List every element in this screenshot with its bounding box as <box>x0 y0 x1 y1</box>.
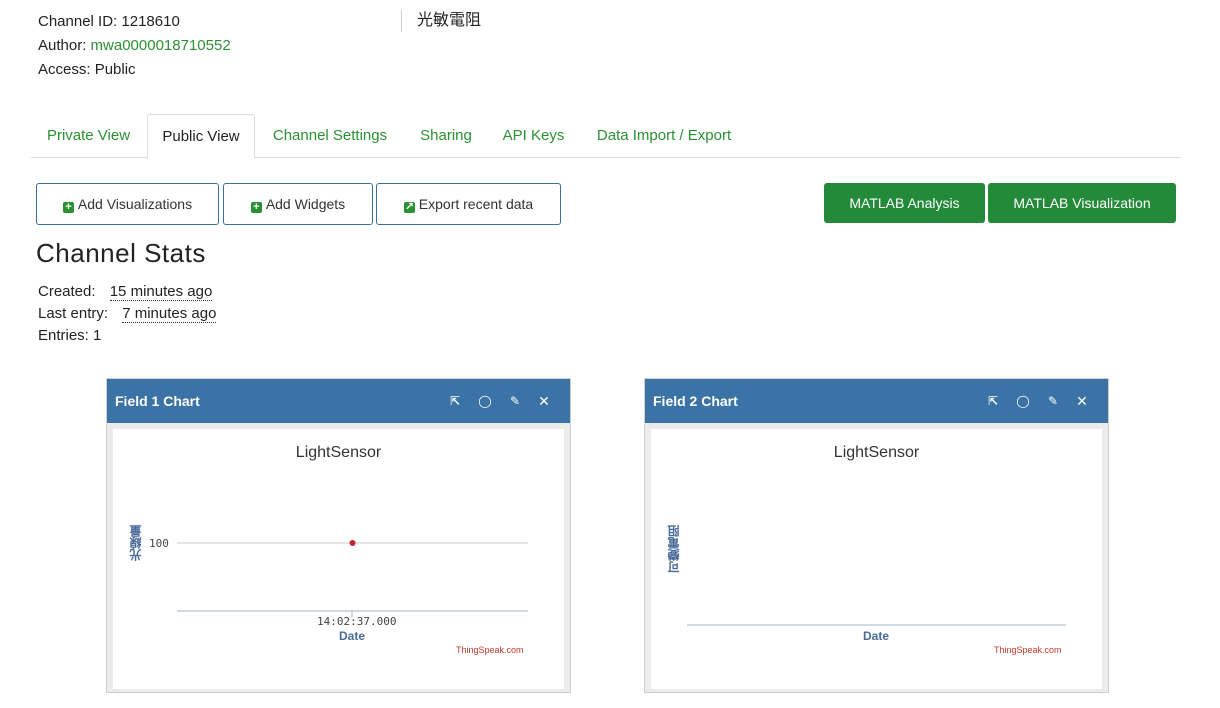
author-row: Author: mwa0000018710552 <box>38 34 231 58</box>
tab-channel-settings[interactable]: Channel Settings <box>259 114 401 158</box>
channel-id-row: Channel ID: 1218610 <box>38 10 231 34</box>
add-widgets-button[interactable]: + Add Widgets <box>223 183 373 225</box>
comment-icon[interactable]: ◯ <box>475 379 495 423</box>
field-1-chart-title: Field 1 Chart <box>115 393 200 409</box>
created-value: 15 minutes ago <box>109 283 213 301</box>
field-2-credit[interactable]: ThingSpeak.com <box>994 645 1062 655</box>
channel-name: 光敏電阻 <box>401 10 481 32</box>
channel-id-label: Channel ID: <box>38 13 118 30</box>
plus-square-icon: + <box>250 202 262 213</box>
pencil-icon[interactable]: ✎ <box>1043 379 1063 423</box>
export-recent-data-button[interactable]: ↗ Export recent data <box>376 183 561 225</box>
entries-row: Entries: 1 <box>38 325 216 347</box>
last-entry-row: Last entry: 7 minutes ago <box>38 303 217 325</box>
plus-square-icon: + <box>62 202 74 213</box>
tab-private-view[interactable]: Private View <box>31 114 146 158</box>
field-1-credit[interactable]: ThingSpeak.com <box>456 645 524 655</box>
comment-icon[interactable]: ◯ <box>1013 379 1033 423</box>
field-1-x-tick-label: 14:02:37.000 <box>317 615 397 628</box>
export-icon: ↗ <box>403 201 415 213</box>
tab-public-view[interactable]: Public View <box>147 114 255 159</box>
field-1-y-tick-100: 100 <box>149 537 169 550</box>
add-widgets-label: Add Widgets <box>265 196 346 212</box>
field-2-chart-panel: Field 2 Chart ⇱ ◯ ✎ ✕ LightSensor 可變電阻 D… <box>644 378 1109 693</box>
field-1-chart-header: Field 1 Chart ⇱ ◯ ✎ ✕ <box>107 379 570 423</box>
created-label: Created: <box>38 283 96 300</box>
close-icon[interactable]: ✕ <box>1072 379 1092 423</box>
entries-label: Entries: <box>38 327 89 344</box>
field-1-data-point <box>349 540 356 546</box>
field-1-x-axis-label: Date <box>339 629 366 643</box>
channel-stats-heading: Channel Stats <box>36 238 206 268</box>
field-2-chart-header: Field 2 Chart ⇱ ◯ ✎ ✕ <box>645 379 1108 423</box>
last-entry-label: Last entry: <box>38 305 109 322</box>
author-label: Author: <box>38 37 87 54</box>
created-row: Created: 15 minutes ago <box>38 281 216 303</box>
channel-info: Channel ID: 1218610 Author: mwa000001871… <box>38 10 231 82</box>
entries-value: 1 <box>93 327 102 344</box>
open-external-icon[interactable]: ⇱ <box>983 379 1003 423</box>
tab-data-import-export[interactable]: Data Import / Export <box>580 114 748 158</box>
access-label: Access: <box>38 61 91 78</box>
close-icon[interactable]: ✕ <box>534 379 554 423</box>
matlab-analysis-button[interactable]: MATLAB Analysis <box>824 183 985 223</box>
author-link[interactable]: mwa0000018710552 <box>91 37 231 54</box>
channel-stats: Created: 15 minutes ago Last entry: 7 mi… <box>38 281 217 347</box>
last-entry-value: 7 minutes ago <box>122 305 217 323</box>
field-2-x-axis-label: Date <box>863 629 890 643</box>
tab-sharing[interactable]: Sharing <box>405 114 487 158</box>
open-external-icon[interactable]: ⇱ <box>445 379 465 423</box>
export-recent-data-label: Export recent data <box>418 196 534 212</box>
channel-id: 1218610 <box>121 13 180 30</box>
field-2-chart-area: LightSensor 可變電阻 Date ThingSpeak.com <box>651 429 1102 689</box>
field-1-chart-panel: Field 1 Chart ⇱ ◯ ✎ ✕ LightSensor 光線量 10… <box>106 378 571 693</box>
add-visualizations-label: Add Visualizations <box>77 196 193 212</box>
tab-bar: Private View Public View Channel Setting… <box>31 114 1181 159</box>
access-value: Public <box>94 61 136 78</box>
access-row: Access: Public <box>38 58 231 82</box>
pencil-icon[interactable]: ✎ <box>505 379 525 423</box>
field-1-chart-area: LightSensor 光線量 100 14:02:37.000 Date Th… <box>113 429 564 689</box>
field-2-chart-title: Field 2 Chart <box>653 393 738 409</box>
add-visualizations-button[interactable]: + Add Visualizations <box>36 183 219 225</box>
matlab-visualization-button[interactable]: MATLAB Visualization <box>988 183 1176 223</box>
tab-api-keys[interactable]: API Keys <box>491 114 576 158</box>
